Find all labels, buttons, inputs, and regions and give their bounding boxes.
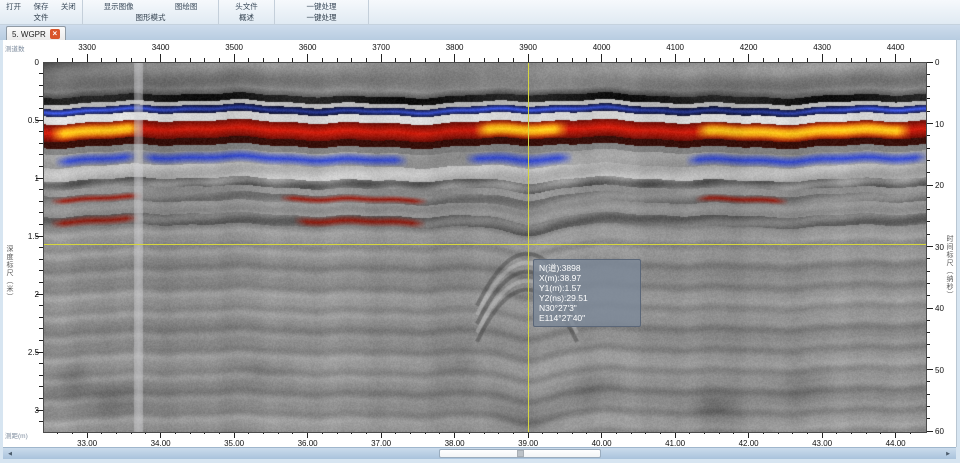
left-axis-label: 0 [13,58,39,67]
top-axis-tick [675,54,676,62]
tooltip-line: N(道):3898 [539,263,635,273]
tab-bar: 5. WGPR × [0,25,960,40]
thumb-grip-icon [517,450,524,457]
top-axis-label: 4400 [881,43,911,52]
right-axis-label: 30 [935,243,953,252]
horizontal-scrollbar[interactable]: ◀ ▶ [3,447,956,459]
ribbon-button[interactable]: 一键处理 [305,0,339,12]
top-axis-label: 3900 [513,43,543,52]
tooltip-line: E114°27'40" [539,313,635,323]
right-axis-tick [926,185,933,186]
top-axis-label: 3600 [293,43,323,52]
ribbon-button[interactable]: 头文件 [233,0,260,12]
left-axis-label: 1.5 [13,232,39,241]
top-axis-label: 3300 [72,43,102,52]
top-axis-tick [160,54,161,62]
top-axis-tick [895,54,896,62]
tooltip-line: X(m):38.97 [539,273,635,283]
top-axis-tick [822,54,823,62]
ribbon-button[interactable]: 显示图像 [102,0,136,12]
top-axis-label: 4300 [807,43,837,52]
wgpr-app-window: { "toolbar": { "groups": [ {"label": "文件… [0,0,960,463]
top-axis-label: 4000 [587,43,617,52]
right-axis-label: 50 [935,366,953,375]
ribbon-group-label: 文件 [0,12,82,24]
top-axis-label: 3700 [366,43,396,52]
ribbon-toolbar: 打开保存关闭文件显示图像图绘图图形模式头文件概述一键处理一键处理 [0,0,960,25]
ribbon-button[interactable]: 图绘图 [173,0,200,12]
tooltip-line: N30°27'3" [539,303,635,313]
left-axis-label: 2 [13,290,39,299]
ribbon-group-4: 一键处理一键处理 [275,0,369,24]
tooltip-line: Y2(ns):29.51 [539,293,635,303]
tooltip-line: Y1(m):1.57 [539,283,635,293]
top-axis-label: 3500 [219,43,249,52]
top-axis-tick [307,54,308,62]
top-axis-tick [234,54,235,62]
crosshair-vertical-line [528,63,529,432]
right-axis-tick [926,369,933,370]
radargram-panel: 测道数 测距(m) 深度标尺（米） 时间标尺（纳秒） 3300340035003… [3,40,957,447]
left-axis-label: 0.5 [13,116,39,125]
bottom-axis-unit-label: 测距(m) [5,433,28,440]
top-axis-label: 4100 [660,43,690,52]
right-axis-label: 60 [935,427,953,436]
left-axis-label: 3 [13,406,39,415]
right-axis-label: 40 [935,304,953,313]
ribbon-group-2: 显示图像 图绘图图形模式 [83,0,219,24]
top-axis-tick [454,54,455,62]
top-axis-tick [528,54,529,62]
ribbon-group-label: 图形模式 [83,12,218,24]
radargram-canvas[interactable] [44,63,926,432]
ribbon-group-label: 概述 [219,12,274,24]
right-axis-label: 20 [935,181,953,190]
tab-label: 5. WGPR [12,30,46,39]
ribbon-button[interactable]: 保存 [31,0,50,12]
cursor-readout-tooltip: N(道):3898X(m):38.97Y1(m):1.57Y2(ns):29.5… [533,259,641,327]
right-axis-tick [926,246,933,247]
crosshair-horizontal-line [44,244,926,245]
top-axis-unit-label: 测道数 [5,46,25,53]
radargram-plot-area: N(道):3898X(m):38.97Y1(m):1.57Y2(ns):29.5… [43,62,927,433]
right-axis-tick [926,62,933,63]
right-axis-label: 0 [935,58,953,67]
ribbon-group-label: 一键处理 [275,12,368,24]
scrollbar-thumb[interactable] [439,449,601,458]
top-axis-tick [381,54,382,62]
top-axis-label: 3400 [146,43,176,52]
ribbon-button[interactable]: 打开 [4,0,23,12]
top-axis-label: 3800 [440,43,470,52]
ribbon-button[interactable]: 关闭 [59,0,78,12]
right-axis-tick [926,431,933,432]
left-axis-label: 1 [13,174,39,183]
ribbon-group-3: 头文件概述 [219,0,275,24]
right-axis-tick [926,123,933,124]
top-axis-tick [87,54,88,62]
scroll-left-arrow-icon[interactable]: ◀ [5,449,15,459]
tab-wgpr[interactable]: 5. WGPR × [6,26,66,41]
right-axis-tick [926,308,933,309]
left-axis-label: 2.5 [13,348,39,357]
ribbon-group-1: 打开保存关闭文件 [0,0,83,24]
top-axis-label: 4200 [734,43,764,52]
scroll-right-arrow-icon[interactable]: ▶ [943,449,953,459]
tab-close-icon[interactable]: × [50,29,60,39]
right-axis-label: 10 [935,120,953,129]
top-axis-tick [601,54,602,62]
top-axis-tick [748,54,749,62]
